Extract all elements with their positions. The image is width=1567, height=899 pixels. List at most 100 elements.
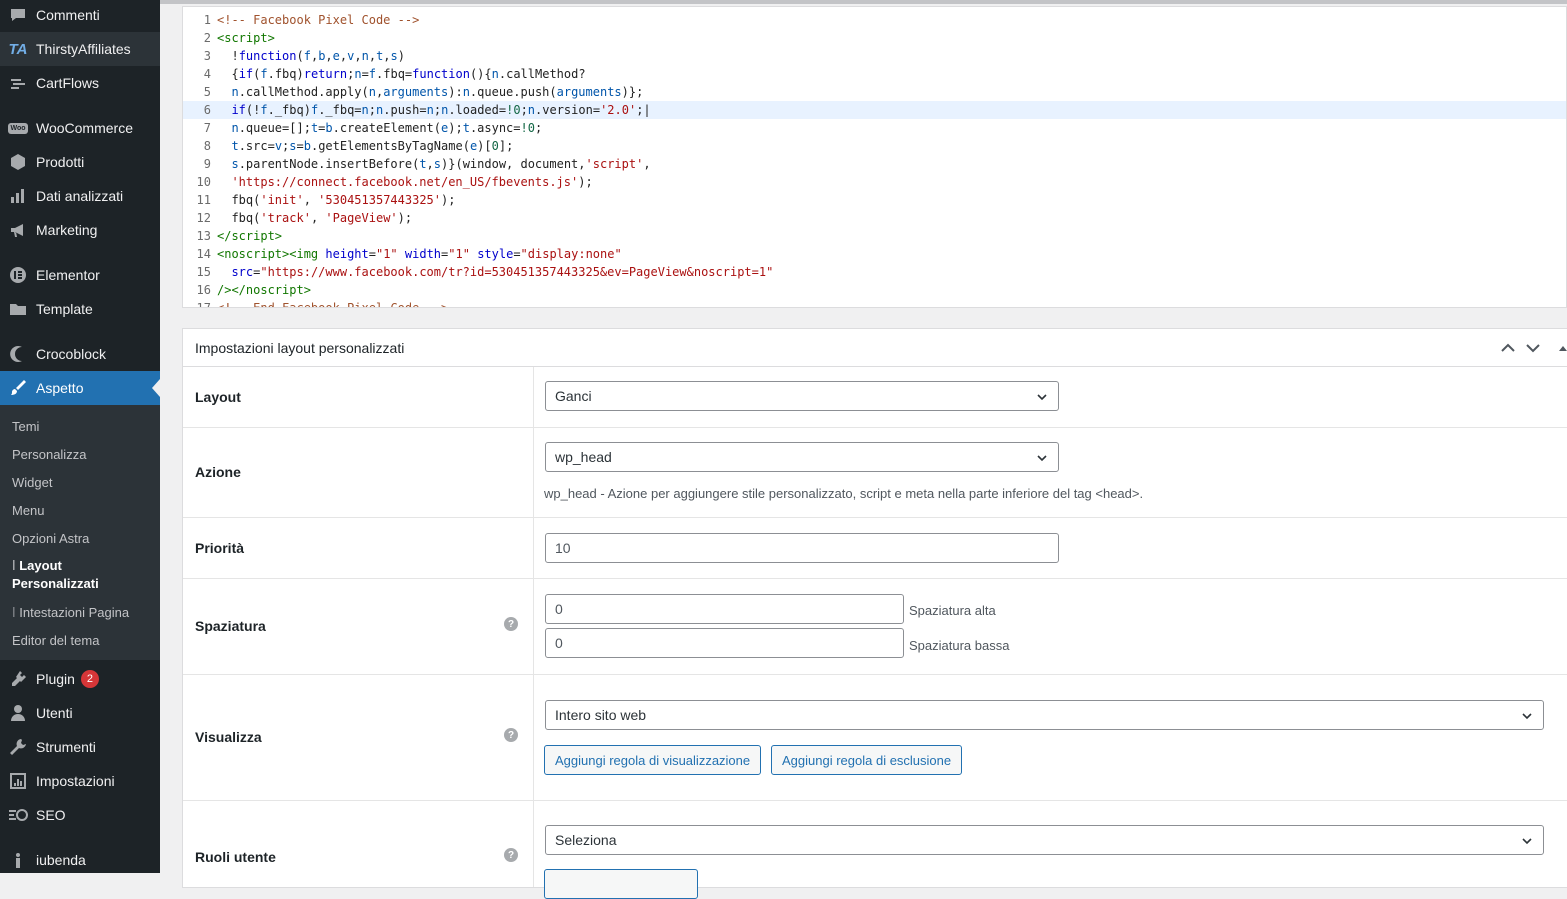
spaziatura-label: Spaziatura [195,618,266,634]
top-border [160,0,1567,4]
priorita-input[interactable]: 10 [545,533,1059,563]
ruoli-utente-label: Ruoli utente [195,849,276,865]
plugin-icon [0,670,36,688]
sidebar-item-iubenda[interactable]: iubenda [0,843,160,873]
code-line: 2 <script> [203,31,275,45]
add-role-button[interactable] [544,869,698,899]
chevron-down-icon [1036,390,1048,406]
sidebar-item-prodotti[interactable]: Prodotti [0,145,160,179]
chevron-down-icon [1521,709,1533,725]
azione-row: Azione wp_head wp_head - Azione per aggi… [183,428,1567,518]
settings-icon [0,772,36,790]
sidebar-item-cartflows[interactable]: CartFlows [0,66,160,100]
ruoli-utente-row: Ruoli utente ? Seleziona [183,801,1567,899]
submenu-personalizza[interactable]: Personalizza [12,447,86,462]
ruoli-utente-select[interactable]: Seleziona [545,825,1544,855]
priorita-label: Priorità [195,540,245,556]
custom-layout-settings-panel: Impostazioni layout personalizzati Layou… [182,328,1567,899]
iubenda-icon [0,851,36,869]
spaziatura-alta-input[interactable]: 0 [545,594,904,624]
code-line-current: 6 if(!f._fbq)f._fbq=n;n.push=n;n.loaded=… [183,101,1566,119]
brush-icon [0,379,36,397]
submenu-temi[interactable]: Temi [12,419,39,434]
add-exclusion-rule-button[interactable]: Aggiungi regola di esclusione [771,745,963,775]
wrench-icon [0,738,36,756]
code-line: 10 'https://connect.facebook.net/en_US/f… [196,175,593,189]
megaphone-icon [0,221,36,239]
chevron-down-icon[interactable] [1524,339,1542,357]
azione-description: wp_head - Azione per aggiungere stile pe… [544,486,1144,501]
code-line: 5 n.callMethod.apply(n,arguments):n.queu… [203,85,644,99]
chevron-down-icon [1036,451,1048,467]
woo-icon: Woo [8,122,28,134]
help-icon[interactable]: ? [504,848,518,862]
comment-icon [0,6,36,24]
spaziatura-bassa-label: Spaziatura bassa [909,638,1010,653]
code-line: 16/></noscript> [196,283,311,297]
sidebar-item-crocoblock[interactable]: Crocoblock [0,337,160,371]
seo-icon [0,806,36,824]
panel-header: Impostazioni layout personalizzati [183,329,1567,367]
folder-icon [0,300,36,318]
add-display-rule-button[interactable]: Aggiungi regola di visualizzazione [544,745,762,775]
sidebar-item-impostazioni[interactable]: Impostazioni [0,764,160,798]
sidebar-item-marketing[interactable]: Marketing [0,213,160,247]
toggle-panel-icon[interactable] [1557,339,1567,357]
submenu-intestazioni-pagina[interactable]: ⅼ Intestazioni Pagina [12,605,129,621]
chevron-up-icon[interactable] [1499,339,1517,357]
submenu-opzioni-astra[interactable]: Opzioni Astra [12,531,89,546]
code-editor[interactable]: 1 <!-- Facebook Pixel Code --> 2 <script> … [182,6,1567,308]
layout-row: Layout Ganci [183,367,1567,428]
azione-select[interactable]: wp_head [545,442,1059,472]
sidebar-item-commenti[interactable]: Commenti [0,0,160,32]
sidebar-item-strumenti[interactable]: Strumenti [0,730,160,764]
sidebar-item-thirstyaffiliates[interactable]: TA ThirstyAffiliates [0,32,160,66]
sidebar-item-template[interactable]: Template [0,292,160,326]
visualizza-label: Visualizza [195,729,262,745]
sidebar-item-seo[interactable]: SEO [0,798,160,832]
code-line: 13 </script> [196,229,283,243]
code-line: 12 fbq('track', 'PageView'); [196,211,413,225]
active-arrow [152,379,160,397]
spaziatura-row: Spaziatura ? 0 Spaziatura alta 0 Spaziat… [183,579,1567,675]
priorita-row: Priorità 10 [183,518,1567,579]
code-line: 1 <!-- Facebook Pixel Code --> [203,13,420,27]
visualizza-select[interactable]: Intero sito web [545,700,1544,730]
cartflows-icon [0,74,36,92]
sidebar-item-woocommerce[interactable]: Woo WooCommerce [0,111,160,145]
sidebar-item-plugin[interactable]: Plugin 2 [0,662,160,696]
help-icon[interactable]: ? [504,617,518,631]
code-line: 15 src="https://www.facebook.com/tr?id=5… [196,265,774,279]
submenu-menu[interactable]: Menu [12,503,45,518]
sidebar-item-dati-analizzati[interactable]: Dati analizzati [0,179,160,213]
code-line: 7 n.queue=[];t=b.createElement(e);t.asyn… [203,121,543,135]
panel-title: Impostazioni layout personalizzati [195,340,405,356]
elementor-icon [0,266,36,284]
box-icon [0,153,36,171]
layout-label: Layout [195,389,241,405]
plugin-update-badge: 2 [80,670,99,688]
sidebar-item-utenti[interactable]: Utenti [0,696,160,730]
sidebar-item-aspetto[interactable]: Aspetto [0,371,160,405]
azione-label: Azione [195,464,241,480]
layout-select[interactable]: Ganci [545,381,1059,411]
sidebar-item-elementor[interactable]: Elementor [0,258,160,292]
ta-logo-icon: TA [8,40,28,58]
aspetto-submenu: Temi Personalizza Widget Menu Opzioni As… [0,405,160,660]
user-icon [0,704,36,722]
code-line: 8 t.src=v;s=b.getElementsByTagName(e)[0]… [203,139,514,153]
crocoblock-icon [0,345,36,363]
code-line: 14 <noscript><img height="1" width="1" st… [196,247,622,261]
bar-chart-icon [0,187,36,205]
admin-sidebar: Commenti TA ThirstyAffiliates CartFlows … [0,0,160,873]
code-line: 4 {if(f.fbq)return;n=f.fbq=function(){n.… [203,67,586,81]
code-line: 17 <!-- End Facebook Pixel Code --> [196,301,449,308]
help-icon[interactable]: ? [504,728,518,742]
code-line: 3 !function(f,b,e,v,n,t,s) [203,49,405,63]
spaziatura-alta-label: Spaziatura alta [909,603,996,618]
submenu-layout-personalizzati[interactable]: ⅼ Layout Personalizzati [12,557,99,593]
code-line: 11 fbq('init', '530451357443325'); [196,193,456,207]
submenu-widget[interactable]: Widget [12,475,52,490]
submenu-editor-del-tema[interactable]: Editor del tema [12,633,99,648]
spaziatura-bassa-input[interactable]: 0 [545,628,904,658]
